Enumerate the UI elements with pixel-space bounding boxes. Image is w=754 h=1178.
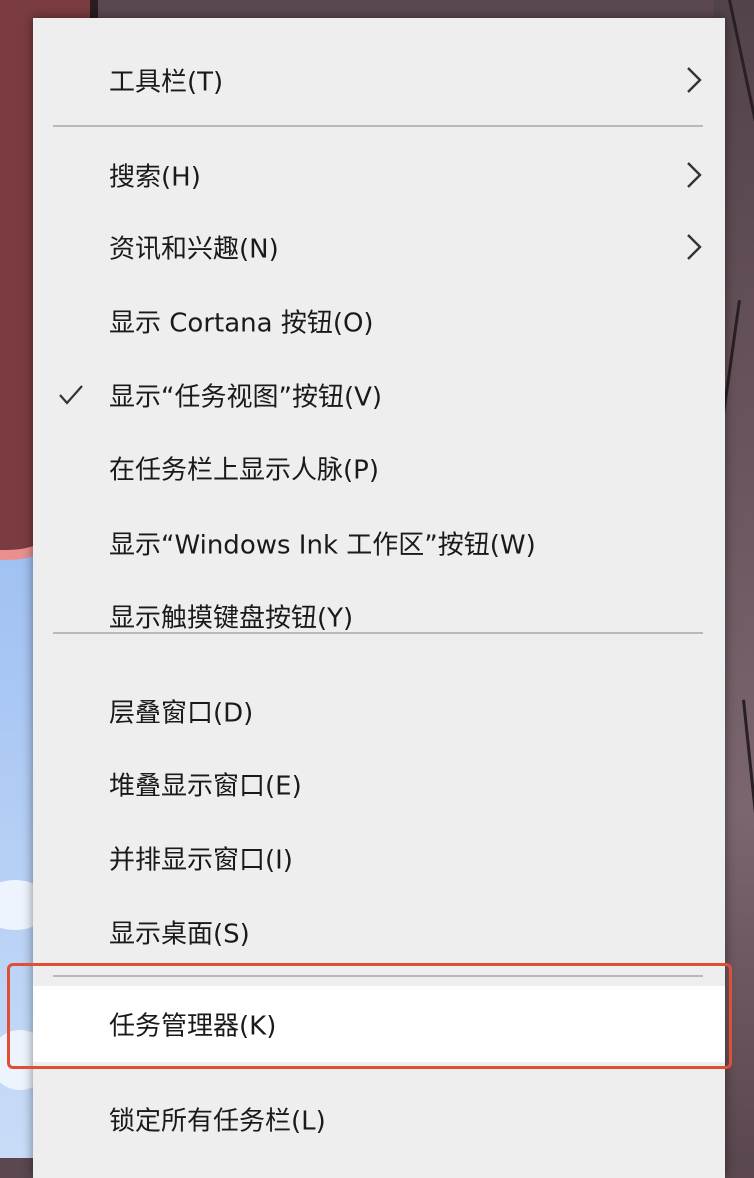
menu-item-label: 显示 Cortana 按钮(O) — [109, 308, 374, 339]
taskbar-context-menu: 工具栏(T) 搜索(H) 资讯和兴趣(N) 显示 Cortana 按钮(O) 显… — [33, 18, 725, 1178]
menu-item-show-people[interactable]: 在任务栏上显示人脉(P) — [33, 432, 725, 504]
menu-item-label: 资讯和兴趣(N) — [109, 234, 279, 265]
menu-separator — [53, 125, 703, 127]
chevron-right-icon — [687, 234, 702, 260]
chevron-right-icon — [687, 162, 702, 188]
checkmark-icon — [59, 385, 83, 405]
menu-item-label: 在任务栏上显示人脉(P) — [109, 455, 379, 486]
menu-item-show-windows-ink-button[interactable]: 显示“Windows Ink 工作区”按钮(W) — [33, 507, 725, 579]
menu-item-show-desktop[interactable]: 显示桌面(S) — [33, 896, 725, 968]
menu-item-show-touch-keyboard-button[interactable]: 显示触摸键盘按钮(Y) — [33, 580, 725, 652]
menu-item-search[interactable]: 搜索(H) — [33, 139, 725, 211]
menu-item-task-manager[interactable]: 任务管理器(K) — [33, 986, 725, 1062]
menu-separator — [53, 632, 703, 634]
menu-item-label: 任务管理器(K) — [109, 1011, 277, 1042]
menu-item-label: 搜索(H) — [109, 162, 201, 193]
menu-item-lock-all-taskbars[interactable]: 锁定所有任务栏(L) — [33, 1083, 725, 1155]
menu-item-side-by-side-windows[interactable]: 并排显示窗口(I) — [33, 822, 725, 894]
menu-item-news-and-interests[interactable]: 资讯和兴趣(N) — [33, 211, 725, 283]
menu-item-cascade-windows[interactable]: 层叠窗口(D) — [33, 675, 725, 747]
menu-item-label: 显示触摸键盘按钮(Y) — [109, 603, 354, 634]
menu-item-label: 层叠窗口(D) — [109, 698, 254, 729]
menu-item-label: 工具栏(T) — [109, 67, 224, 98]
menu-item-label: 显示“Windows Ink 工作区”按钮(W) — [109, 530, 536, 561]
menu-item-stack-windows[interactable]: 堆叠显示窗口(E) — [33, 748, 725, 820]
menu-item-label: 并排显示窗口(I) — [109, 845, 293, 876]
menu-item-label: 显示桌面(S) — [109, 919, 250, 950]
menu-separator — [53, 975, 703, 977]
menu-item-label: 锁定所有任务栏(L) — [109, 1106, 326, 1137]
menu-item-toolbars[interactable]: 工具栏(T) — [33, 44, 725, 116]
menu-item-label: 显示“任务视图”按钮(V) — [109, 382, 383, 413]
menu-item-label: 堆叠显示窗口(E) — [109, 771, 302, 802]
menu-item-show-cortana-button[interactable]: 显示 Cortana 按钮(O) — [33, 285, 725, 357]
menu-item-show-task-view-button[interactable]: 显示“任务视图”按钮(V) — [33, 359, 725, 431]
chevron-right-icon — [687, 67, 702, 93]
